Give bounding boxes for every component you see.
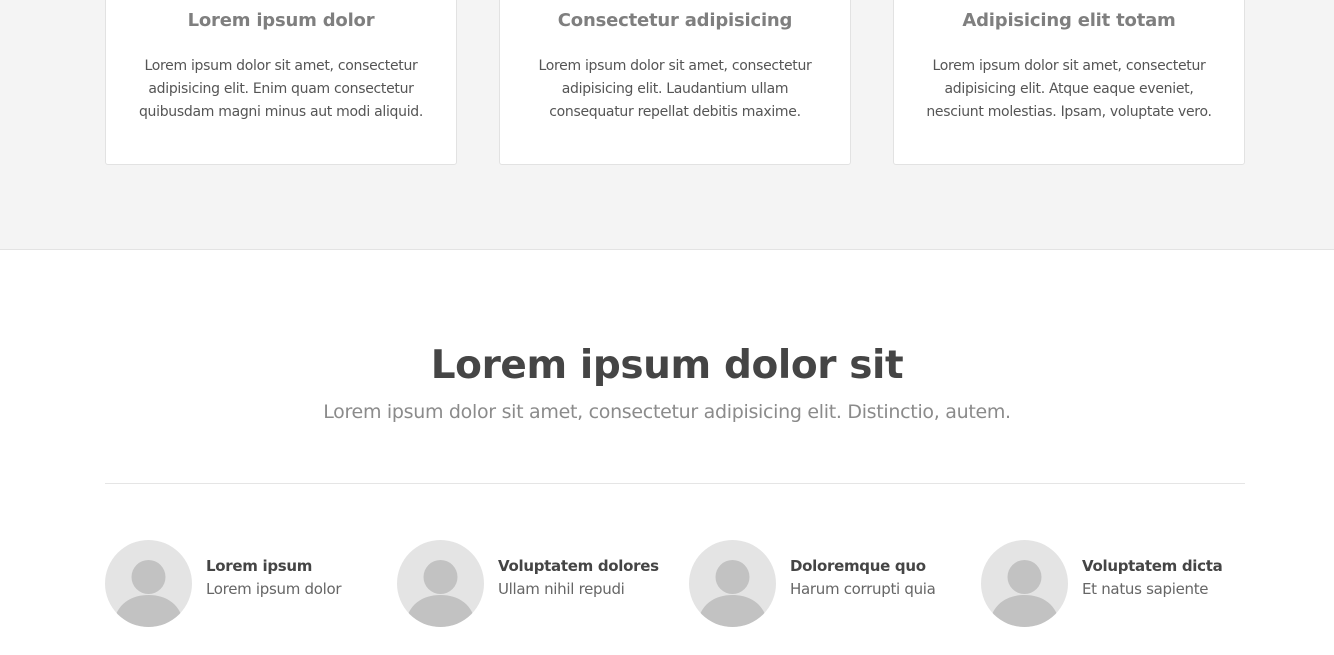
section-heading: Lorem ipsum dolor sit xyxy=(430,343,904,388)
feature-card: Lorem ipsum dolor Lorem ipsum dolor sit … xyxy=(105,0,457,165)
team-member-name: Lorem ipsum xyxy=(206,557,313,575)
feature-title: Consectetur adipisicing xyxy=(557,10,793,31)
user-placeholder-icon xyxy=(981,540,1068,627)
team-member: Voluptatem dolores Ullam nihil repudi xyxy=(397,540,677,628)
team-member-role: Harum corrupti quia xyxy=(790,580,936,598)
user-placeholder-icon xyxy=(397,540,484,627)
team-member-name: Doloremque quo xyxy=(790,557,926,575)
feature-text: Lorem ipsum dolor sit amet, consectetur … xyxy=(138,58,424,120)
team-member: Lorem ipsum Lorem ipsum dolor xyxy=(105,540,385,628)
team-member-role: Et natus sapiente xyxy=(1082,580,1209,598)
feature-title: Adipisicing elit totam xyxy=(962,10,1176,31)
features-section: Lorem ipsum dolor Lorem ipsum dolor sit … xyxy=(0,0,1334,250)
feature-card: Consectetur adipisicing Lorem ipsum dolo… xyxy=(499,0,851,165)
team-member: Voluptatem dicta Et natus sapiente xyxy=(981,540,1261,628)
feature-title: Lorem ipsum dolor xyxy=(187,10,375,31)
team-member-name: Voluptatem dicta xyxy=(1082,557,1223,575)
user-placeholder-icon xyxy=(689,540,776,627)
team-member-role: Ullam nihil repudi xyxy=(498,580,625,598)
user-placeholder-icon xyxy=(105,540,192,627)
team-member-name: Voluptatem dolores xyxy=(498,557,659,575)
feature-text: Lorem ipsum dolor sit amet, consectetur … xyxy=(926,58,1212,120)
team-member-role: Lorem ipsum dolor xyxy=(206,580,342,598)
section-subheading: Lorem ipsum dolor sit amet, consectetur … xyxy=(323,401,1011,423)
section-divider xyxy=(105,483,1245,484)
feature-card: Adipisicing elit totam Lorem ipsum dolor… xyxy=(893,0,1245,165)
feature-text: Lorem ipsum dolor sit amet, consectetur … xyxy=(538,58,812,120)
team-member: Doloremque quo Harum corrupti quia xyxy=(689,540,969,628)
